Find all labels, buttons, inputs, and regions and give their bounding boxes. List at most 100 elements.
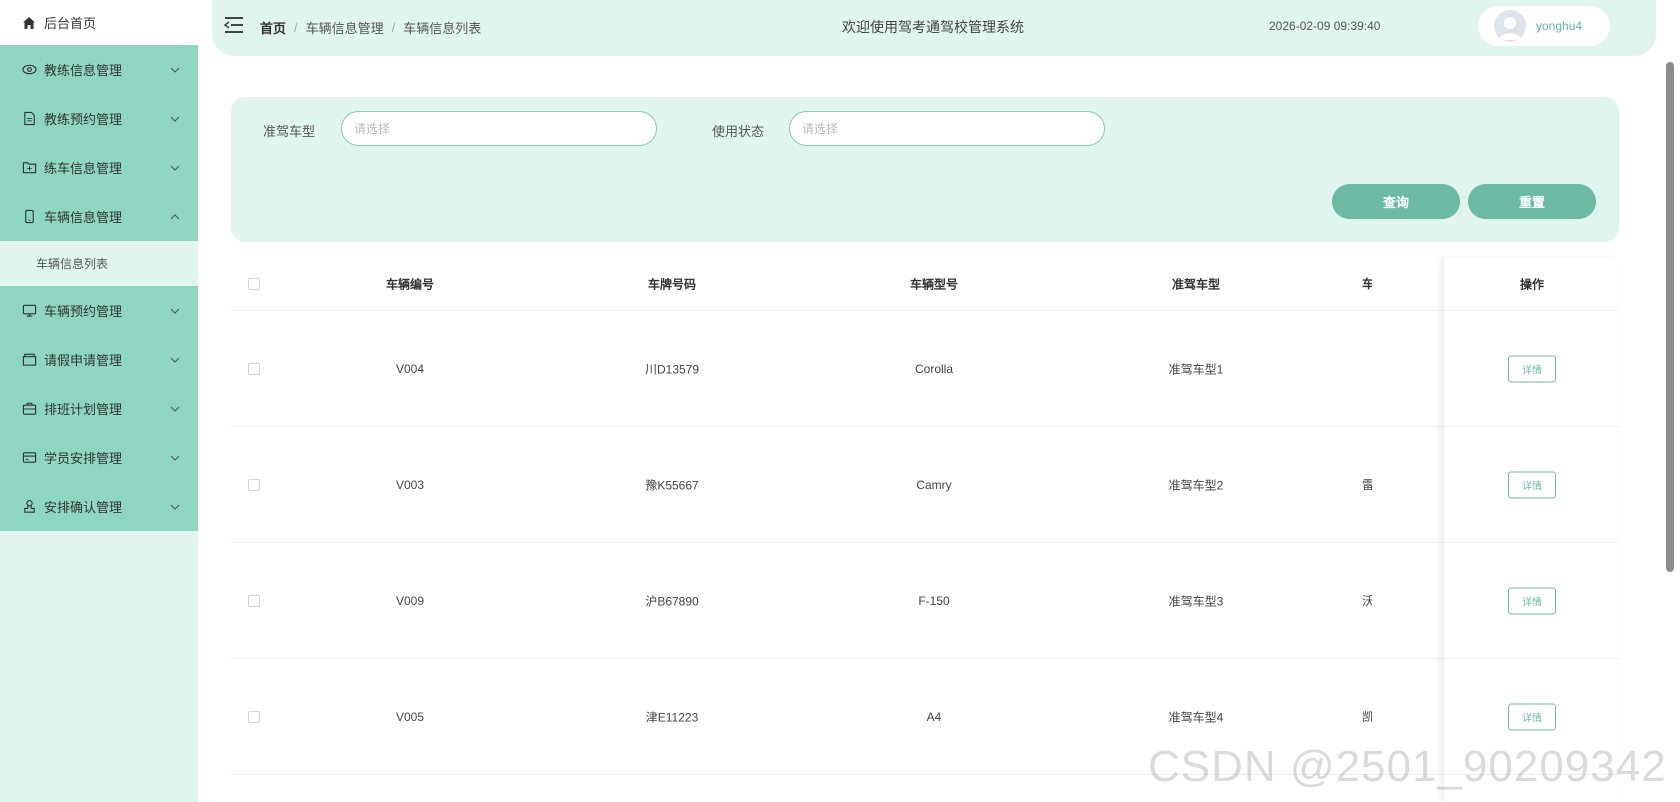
cell-partial-text: 雷 [1362,477,1372,492]
cell-model: Camry [916,477,952,492]
scrollbar-thumb[interactable] [1666,62,1674,572]
cell-license: 准驾车型2 [1168,478,1224,492]
row-checkbox[interactable] [248,710,260,723]
table-row: V009 沪B67890 F-150 准驾车型3 沃 [231,543,1619,659]
column-header-license: 准驾车型 [1171,277,1221,292]
top-header: 首页 / 车辆信息管理 / 车辆信息列表 欢迎使用驾考通驾校管理系统 2026-… [212,0,1656,56]
breadcrumb-separator: / [391,20,396,35]
action-header-cell: 操作 [1444,258,1620,311]
chevron-down-icon [170,67,180,73]
sidebar-item-home[interactable]: 后台首页 [0,0,198,45]
sidebar-item-student-arrangement[interactable]: 学员安排管理 [0,433,198,482]
sidebar-item-label: 车辆信息管理 [44,210,123,225]
detail-button[interactable]: 详情 [1508,703,1556,730]
sidebar-item-vehicle-info[interactable]: 车辆信息管理 [0,192,198,241]
column-header-partial: 车 [1362,274,1372,294]
action-cell: 详情 [1444,543,1620,659]
sidebar-item-label: 学员安排管理 [44,451,123,466]
phone-icon [22,209,38,224]
action-cell: 详情 [1444,311,1620,427]
app-root: 后台首页 教练信息管理 教练预约管理 练车信息管理 车辆信息管理 车辆信息列表 … [0,0,1680,802]
sidebar-item-label: 请假申请管理 [44,353,123,368]
cell-partial-text: 凯 [1362,709,1372,724]
sidebar-item-coach-info[interactable]: 教练信息管理 [0,45,198,94]
search-panel: 准驾车型 使用状态 查询 重置 [231,97,1619,242]
sidebar-item-label: 安排确认管理 [44,500,123,515]
cell-license: 准驾车型3 [1168,594,1224,608]
cell-plate: 津E11223 [645,710,699,724]
select-all-checkbox[interactable] [248,278,260,290]
column-header-plate: 车牌号码 [647,277,697,292]
cell-partial [1362,359,1372,379]
sidebar-item-coach-booking[interactable]: 教练预约管理 [0,94,198,143]
vehicle-table: 车辆编号 车牌号码 车辆型号 准驾车型 车 V004 川D13579 Corol… [231,258,1619,802]
sidebar-item-arrangement-confirm[interactable]: 安排确认管理 [0,482,198,531]
sidebar-subitem-vehicle-list[interactable]: 车辆信息列表 [0,241,198,286]
folder-add-icon [22,160,38,175]
monitor-icon [22,303,38,318]
breadcrumb: 首页 / 车辆信息管理 / 车辆信息列表 [260,18,481,37]
breadcrumb-home[interactable]: 首页 [260,18,286,37]
detail-button[interactable]: 详情 [1508,355,1556,382]
table-row: V004 川D13579 Corolla 准驾车型1 [231,311,1619,427]
page-scrollbar[interactable] [1664,0,1680,802]
breadcrumb-separator: / [294,20,298,35]
home-icon [22,16,38,30]
cell-license: 准驾车型1 [1168,362,1224,376]
document-icon [22,111,38,126]
eye-icon [22,62,38,77]
sidebar-item-label: 练车信息管理 [44,161,123,176]
usage-status-select[interactable] [789,111,1105,146]
credit-card-icon [22,450,38,465]
sidebar-home-label: 后台首页 [44,16,97,31]
user-menu[interactable]: yonghu4 [1478,6,1610,46]
column-header-model: 车辆型号 [909,277,959,292]
chevron-down-icon [170,116,180,122]
sidebar-item-label: 排班计划管理 [44,402,123,417]
sidebar-item-leave-request[interactable]: 请假申请管理 [0,335,198,384]
table-row: V003 豫K55667 Camry 准驾车型2 雷 [231,427,1619,543]
license-type-label: 准驾车型 [263,124,316,139]
sidebar-item-vehicle-booking[interactable]: 车辆预约管理 [0,286,198,335]
current-datetime: 2026-02-09 09:39:40 [1269,19,1381,33]
column-header-action: 操作 [1519,277,1545,292]
query-button[interactable]: 查询 [1332,184,1460,219]
chevron-down-icon [170,504,180,510]
cell-id: V005 [395,709,425,724]
sidebar-item-schedule-plan[interactable]: 排班计划管理 [0,384,198,433]
stamp-icon [22,499,38,514]
row-checkbox[interactable] [248,594,260,607]
table-header-row: 车辆编号 车牌号码 车辆型号 准驾车型 车 [231,258,1619,311]
cell-partial: 凯 [1362,707,1372,727]
sidebar-item-practice-info[interactable]: 练车信息管理 [0,143,198,192]
detail-button[interactable]: 详情 [1508,471,1556,498]
username: yonghu4 [1536,19,1583,33]
row-checkbox[interactable] [248,362,260,375]
cell-partial: 沃 [1362,591,1372,611]
sidebar-group-bottom: 车辆预约管理 请假申请管理 排班计划管理 学员安排管理 安排确认管理 [0,286,198,531]
cell-id: V004 [395,361,425,376]
row-checkbox[interactable] [248,478,260,491]
sidebar-group-top: 教练信息管理 教练预约管理 练车信息管理 车辆信息管理 [0,45,198,241]
sidebar-subitem-label: 车辆信息列表 [36,257,109,271]
sidebar-item-label: 教练信息管理 [44,63,123,78]
cell-plate: 川D13579 [644,362,700,376]
detail-button[interactable]: 详情 [1508,587,1556,614]
cell-id: V009 [395,593,425,608]
avatar [1494,10,1526,42]
license-type-select[interactable] [341,111,657,146]
chevron-down-icon [170,406,180,412]
cell-model: F-150 [918,593,950,608]
sidebar-item-label: 车辆预约管理 [44,304,123,319]
chevron-up-icon [170,213,180,220]
chevron-down-icon [170,357,180,363]
breadcrumb-item[interactable]: 车辆信息管理 [306,18,384,37]
chevron-down-icon [170,308,180,314]
briefcase-icon [22,401,38,416]
column-header-id: 车辆编号 [385,277,435,292]
sidebar-item-label: 教练预约管理 [44,112,123,127]
menu-toggle-icon[interactable] [224,16,244,34]
reset-button[interactable]: 重置 [1468,184,1596,219]
column-header-partial-text: 车 [1362,277,1372,291]
cell-partial-text: 沃 [1362,593,1372,608]
